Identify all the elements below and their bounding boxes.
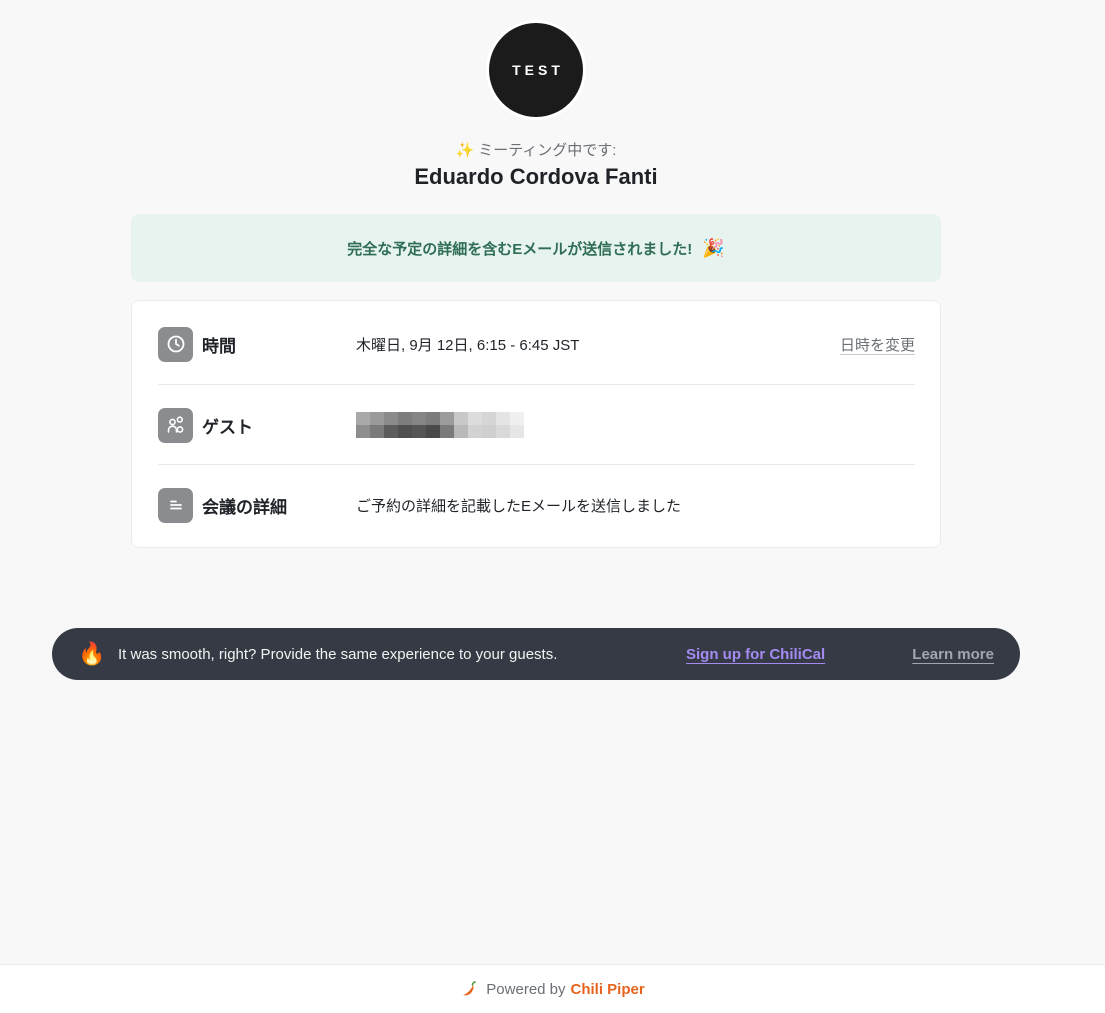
time-label: 時間 xyxy=(202,336,236,356)
sparkles-icon: ✨ xyxy=(455,142,475,159)
divider xyxy=(158,384,915,385)
powered-by-text: Powered by xyxy=(486,980,566,998)
fire-icon: 🔥 xyxy=(78,641,106,666)
promo-text: It was smooth, right? Provide the same e… xyxy=(118,645,558,663)
pixelated-guest-value xyxy=(356,412,915,438)
logo-text: TEST xyxy=(489,23,583,117)
meeting-details-label: 会議の詳細 xyxy=(202,497,287,517)
meeting-details-value: ご予約の詳細を記載したEメールを送信しました xyxy=(356,497,682,515)
powered-by-footer: Powered by Chili Piper xyxy=(0,964,1105,1013)
meeting-details-row: 会議の詳細 ご予約の詳細を記載したEメールを送信しました xyxy=(158,487,915,523)
guests-label: ゲスト xyxy=(202,417,253,437)
subtitle-text: ミーティング中です: xyxy=(478,142,617,159)
time-value: 木曜日, 9月 12日, 6:15 - 6:45 JST xyxy=(356,336,580,354)
chili-piper-link[interactable]: Chili Piper xyxy=(571,981,645,998)
notes-icon xyxy=(158,487,193,523)
chilical-promo-banner: 🔥 It was smooth, right? Provide the same… xyxy=(52,628,1020,680)
email-sent-notice: 完全な予定の詳細を含むEメールが送信されました! 🎉 xyxy=(131,214,941,282)
host-name: Eduardo Cordova Fanti xyxy=(414,164,658,189)
sign-up-chilical-link[interactable]: Sign up for ChiliCal xyxy=(686,646,825,663)
learn-more-link[interactable]: Learn more xyxy=(912,646,994,663)
meeting-subtitle: ✨ ミーティング中です: xyxy=(0,139,1072,160)
guest-email-redacted xyxy=(356,412,915,438)
reschedule-link[interactable]: 日時を変更 xyxy=(840,334,915,355)
divider xyxy=(158,464,915,465)
company-logo: TEST xyxy=(486,20,586,120)
booking-confirmation-page: TEST ✨ ミーティング中です: Eduardo Cordova Fanti 完… xyxy=(0,0,1105,1013)
time-row: 時間 木曜日, 9月 12日, 6:15 - 6:45 JST 日時を変更 xyxy=(158,326,915,362)
party-popper-icon: 🎉 xyxy=(702,237,725,258)
clock-icon xyxy=(158,326,193,362)
notice-text: 完全な予定の詳細を含むEメールが送信されました! xyxy=(347,240,693,258)
guests-row: ゲスト xyxy=(158,407,915,443)
chili-pepper-icon xyxy=(460,980,478,998)
meeting-details-card: 時間 木曜日, 9月 12日, 6:15 - 6:45 JST 日時を変更 ゲス… xyxy=(131,300,941,548)
users-icon xyxy=(158,407,193,443)
